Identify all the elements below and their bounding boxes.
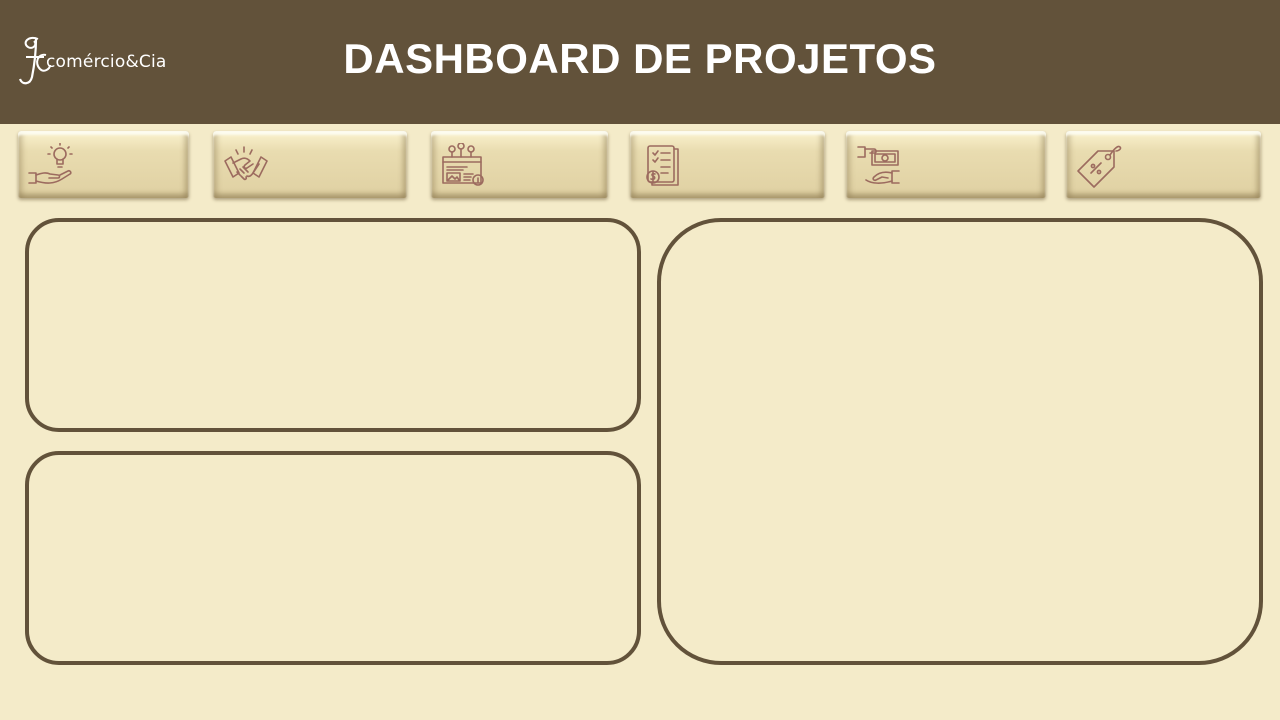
nav-button-invoices[interactable] bbox=[630, 131, 825, 198]
panel-right bbox=[657, 218, 1263, 665]
price-tag-icon bbox=[1077, 145, 1122, 188]
nav-button-partnerships[interactable] bbox=[213, 131, 407, 198]
header-bar: comércio&Cia DASHBOARD DE PROJETOS bbox=[0, 0, 1280, 124]
nav-button-ideas[interactable] bbox=[18, 131, 189, 198]
handshake-icon bbox=[224, 146, 268, 181]
project-board-icon bbox=[442, 143, 484, 186]
payment-hand-icon bbox=[857, 146, 900, 184]
invoice-icon bbox=[646, 145, 679, 186]
nav-button-payments[interactable] bbox=[846, 131, 1046, 198]
nav-button-projects[interactable] bbox=[431, 131, 608, 198]
nav-button-pricing[interactable] bbox=[1066, 131, 1261, 198]
panel-bottom-left bbox=[25, 451, 641, 665]
idea-hand-icon bbox=[28, 143, 73, 184]
page-title: DASHBOARD DE PROJETOS bbox=[343, 35, 937, 82]
panel-top-left bbox=[25, 218, 641, 432]
